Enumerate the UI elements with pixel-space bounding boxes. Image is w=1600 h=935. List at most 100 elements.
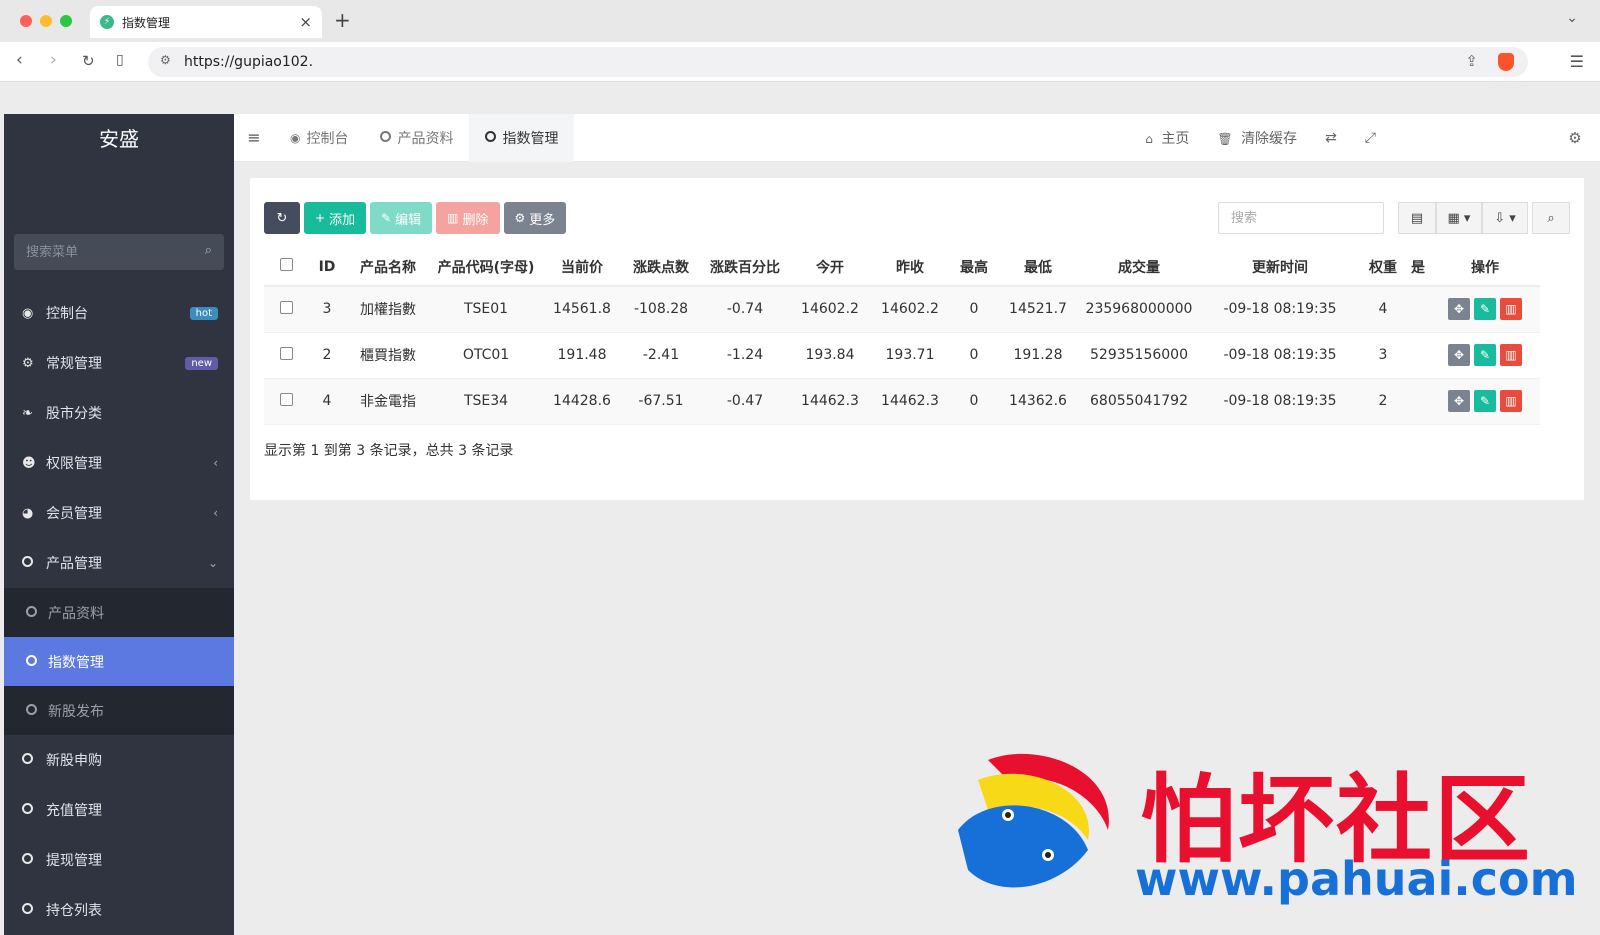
user-circle-icon: ◕ (22, 505, 34, 521)
row-checkbox[interactable] (279, 300, 293, 314)
row-checkbox[interactable] (279, 392, 293, 406)
column-header[interactable]: 权重 (1360, 248, 1406, 287)
cog-icon: ⚙ (514, 211, 526, 225)
table-cell: OTC01 (430, 332, 542, 379)
column-header[interactable]: 最低 (998, 248, 1078, 287)
table-search-input[interactable] (1218, 202, 1384, 234)
sidebar-item-label: 持仓列表 (46, 903, 102, 919)
minimize-window-button[interactable] (40, 15, 52, 27)
search-icon[interactable]: ⌕ (205, 243, 212, 258)
column-header[interactable]: ID (308, 248, 346, 287)
sidebar-menu: ◉ 控制台 hot ⚙ 常规管理 new ❧ 股市分类 ☻ 权限管理 ‹ ◕ 会… (4, 288, 234, 935)
browser-tab[interactable]: ⚡ 指数管理 × (90, 6, 322, 38)
new-tab-icon[interactable]: + (334, 8, 351, 32)
tab-close-icon[interactable]: × (299, 13, 312, 31)
column-header[interactable]: 涨跌点数 (622, 248, 700, 287)
more-button[interactable]: ⚙ 更多 (503, 202, 567, 234)
sidebar-item-general[interactable]: ⚙ 常规管理 new (4, 338, 234, 388)
row-edit-button[interactable]: ✎ (1474, 390, 1496, 412)
sidebar-item-label: 权限管理 (46, 456, 102, 472)
sidebar-item-members[interactable]: ◕ 会员管理 ‹ (4, 488, 234, 538)
row-edit-button[interactable]: ✎ (1474, 298, 1496, 321)
table-cell: 14602.2 (870, 286, 950, 333)
dashboard-icon: ◉ (22, 305, 34, 321)
url-field[interactable]: ⚙ https://gupiao102. ⇪ (148, 47, 1528, 77)
toggle-view-button[interactable]: ▤ (1398, 202, 1436, 234)
bookmark-icon[interactable]: ▯ (116, 52, 124, 68)
delete-button[interactable]: ▥ 删除 (436, 202, 500, 234)
drag-sort-button[interactable]: ✥ (1448, 298, 1470, 321)
chevron-down-icon[interactable]: ⌄ (1566, 10, 1578, 26)
trash-icon: ▥ (1505, 302, 1517, 317)
column-header[interactable]: 成交量 (1078, 248, 1200, 287)
column-header[interactable]: 当前价 (542, 248, 622, 287)
maximize-window-button[interactable] (60, 15, 72, 27)
drag-sort-button[interactable]: ✥ (1448, 390, 1470, 412)
settings-gear-icon[interactable]: ⚙ (1550, 129, 1600, 147)
sidebar-toggle-icon[interactable]: ≡ (234, 128, 274, 147)
row-delete-button[interactable]: ▥ (1500, 390, 1522, 412)
sidebar-item-positions[interactable]: 持仓列表 (4, 885, 234, 935)
row-delete-button[interactable]: ▥ (1500, 344, 1522, 366)
brand-logo[interactable]: 安盛 (4, 114, 234, 164)
grid-icon: ▦ ▾ (1447, 210, 1471, 226)
select-all-checkbox[interactable] (279, 258, 293, 271)
columns-button[interactable]: ▦ ▾ (1436, 202, 1482, 234)
reload-icon[interactable]: ↻ (82, 52, 95, 70)
sidebar-item-index-management[interactable]: 指数管理 (4, 637, 234, 686)
column-header[interactable]: 涨跌百分比 (700, 248, 790, 287)
column-header[interactable]: 更新时间 (1200, 248, 1360, 287)
menu-search-input[interactable] (14, 234, 224, 270)
sidebar-item-ipo-subscribe[interactable]: 新股申购 (4, 735, 234, 785)
drag-sort-button[interactable]: ✥ (1448, 344, 1470, 366)
refresh-button[interactable]: ↻ (264, 202, 300, 234)
status-cell (1406, 332, 1430, 379)
search-toggle-button[interactable]: ⌕ (1532, 202, 1570, 234)
table-view-icon: ▤ (1410, 210, 1424, 226)
sidebar-item-dashboard[interactable]: ◉ 控制台 hot (4, 288, 234, 338)
site-settings-icon[interactable]: ⚙ (160, 53, 171, 67)
translate-button[interactable]: ⇄ (1311, 130, 1351, 146)
row-select-cell (264, 378, 308, 425)
add-button[interactable]: + 添加 (304, 202, 367, 234)
browser-tab-title: 指数管理 (122, 15, 171, 30)
table-cell: 4 (1360, 286, 1406, 333)
column-header[interactable]: 是 (1406, 248, 1430, 287)
row-edit-button[interactable]: ✎ (1474, 344, 1496, 366)
sidebar-item-products[interactable]: 产品管理 ⌄ (4, 538, 234, 588)
sidebar-item-product-info[interactable]: 产品资料 (4, 588, 234, 637)
sidebar-item-label: 提现管理 (46, 853, 102, 869)
row-checkbox[interactable] (279, 346, 293, 360)
table-cell: 2 (308, 332, 346, 379)
circle-icon (485, 130, 497, 145)
brave-shield-icon[interactable] (1498, 53, 1514, 71)
top-navbar: ≡ ◉ 控制台 产品资料 指数管理 ⌂ 主页 🗑 清除缓存 ⇄ ⤢ ⚙ (234, 113, 1600, 162)
share-icon[interactable]: ⇪ (1465, 52, 1478, 70)
column-header[interactable]: 产品代码(字母) (430, 248, 542, 287)
row-delete-button[interactable]: ▥ (1500, 298, 1522, 321)
column-header[interactable]: 昨收 (870, 248, 950, 287)
tab-product-info[interactable]: 产品资料 (364, 114, 469, 162)
home-link[interactable]: ⌂ 主页 (1131, 128, 1203, 148)
browser-menu-icon[interactable]: ☰ (1570, 52, 1584, 71)
fullscreen-button[interactable]: ⤢ (1351, 130, 1390, 146)
sidebar-item-new-stock-release[interactable]: 新股发布 (4, 686, 234, 735)
forward-icon[interactable]: › (50, 50, 57, 70)
sidebar-item-label: 常规管理 (46, 356, 102, 372)
edit-button[interactable]: ✎ 编辑 (370, 202, 433, 234)
sidebar-item-permissions[interactable]: ☻ 权限管理 ‹ (4, 438, 234, 488)
sidebar-item-withdraw[interactable]: 提现管理 (4, 835, 234, 885)
back-icon[interactable]: ‹ (16, 50, 23, 70)
sidebar-item-recharge[interactable]: 充值管理 (4, 785, 234, 835)
table-cell: -09-18 08:19:35 (1200, 378, 1360, 425)
export-button[interactable]: ⇩ ▾ (1482, 202, 1528, 234)
column-header[interactable]: 今开 (790, 248, 870, 287)
clear-cache-link[interactable]: 🗑 清除缓存 (1203, 128, 1311, 148)
tab-dashboard[interactable]: ◉ 控制台 (274, 114, 364, 162)
column-header[interactable]: 最高 (950, 248, 998, 287)
column-header[interactable]: 产品名称 (346, 248, 430, 287)
close-window-button[interactable] (20, 15, 32, 27)
tab-index-management[interactable]: 指数管理 (469, 113, 575, 162)
sidebar-item-market-category[interactable]: ❧ 股市分类 (4, 388, 234, 438)
table-cell: TSE01 (430, 286, 542, 333)
